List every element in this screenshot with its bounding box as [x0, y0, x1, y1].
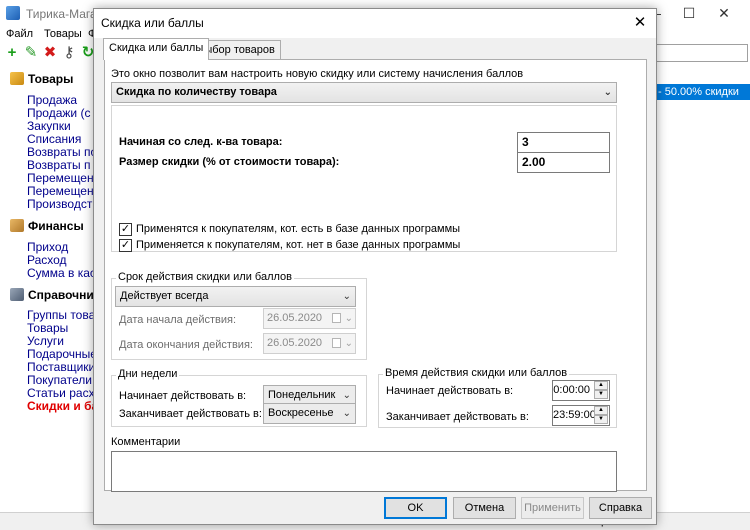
nav-item-expense-items[interactable]: Статьи расх — [27, 386, 95, 400]
nav-item-discounts[interactable]: Скидки и ба — [27, 399, 98, 413]
weekday-start-label: Начинает действовать в: — [119, 390, 247, 402]
app-icon — [6, 6, 20, 20]
nav-item-sale[interactable]: Продажа — [27, 93, 77, 107]
cancel-button[interactable]: Отмена — [453, 497, 516, 519]
nav-group-label: Финансы — [28, 219, 84, 233]
intro-text: Это окно позволит вам настроить новую ск… — [111, 68, 524, 80]
not-in-db-label: Применяется к покупателям, кот. нет в ба… — [136, 239, 461, 251]
spin-up-icon[interactable]: ▲ — [594, 406, 608, 415]
main-toolbar: + ✎ ✖ ⚷ ↻ — [0, 42, 100, 64]
chevron-down-icon: ⌄ — [344, 313, 353, 324]
close-main-button[interactable]: ✕ — [714, 4, 734, 22]
end-date-value: 26.05.2020 — [267, 337, 323, 349]
comments-textarea[interactable] — [111, 451, 617, 492]
discount-type-value: Скидка по количеству товара — [116, 86, 277, 98]
nav-group-label: Товары — [28, 72, 74, 86]
start-date-picker[interactable]: 26.05.2020 ⌄ — [263, 308, 356, 329]
key-icon[interactable]: ⚷ — [61, 45, 77, 61]
start-qty-label: Начиная со след. к-ва товара: — [119, 136, 283, 148]
delete-icon[interactable]: ✖ — [42, 45, 58, 61]
nav-group-label: Справочник — [28, 288, 100, 302]
chevron-down-icon: ⌄ — [342, 408, 351, 419]
nav-item-suppliers[interactable]: Поставщики — [27, 360, 95, 374]
search-field[interactable] — [652, 44, 748, 62]
weekday-end-select[interactable]: Воскресенье ⌄ — [263, 403, 356, 424]
discount-type-select[interactable]: Скидка по количеству товара ⌄ — [111, 82, 617, 103]
table-row-selected[interactable]: - 50.00% скидки — [652, 84, 750, 100]
nav-item-sales[interactable]: Продажи (с — [27, 106, 90, 120]
nav-item-customers[interactable]: Покупатели — [27, 373, 92, 387]
spin-down-icon[interactable]: ▼ — [594, 390, 608, 399]
nav-item-returns-1[interactable]: Возвраты по — [27, 145, 97, 159]
tab-discount[interactable]: Скидка или баллы — [103, 38, 210, 60]
nav-item-income[interactable]: Приход — [27, 240, 68, 254]
dialog-title: Скидка или баллы — [101, 16, 204, 30]
nav-item-purchases[interactable]: Закупки — [27, 119, 71, 133]
tab-page-discount: Это окно позволит вам настроить новую ск… — [104, 59, 647, 492]
time-end-value: 23:59:00 — [553, 409, 596, 421]
spin-up-icon[interactable]: ▲ — [594, 381, 608, 390]
validity-mode-value: Действует всегда — [120, 290, 209, 302]
start-qty-input[interactable]: 3 — [517, 132, 610, 153]
validity-mode-select[interactable]: Действует всегда ⌄ — [115, 286, 356, 307]
maximize-button[interactable]: ☐ — [679, 4, 699, 22]
validity-group-title: Срок действия скидки или баллов — [116, 271, 295, 283]
time-start-value: 0:00:00 — [553, 384, 590, 396]
time-start-label: Начинает действовать в: — [386, 385, 514, 397]
nav-item-cash[interactable]: Сумма в касс — [27, 266, 102, 280]
nav-item-expense[interactable]: Расход — [27, 253, 67, 267]
time-end-spinner[interactable]: 23:59:00 ▲ ▼ — [552, 405, 610, 426]
calendar-icon — [332, 338, 341, 348]
wallet-icon — [10, 219, 24, 232]
edit-icon[interactable]: ✎ — [23, 45, 39, 61]
weekdays-group-title: Дни недели — [116, 368, 180, 380]
weekday-end-value: Воскресенье — [268, 407, 334, 419]
time-end-label: Заканчивает действовать в: — [386, 411, 529, 423]
dialog-close-icon[interactable]: ✕ — [627, 11, 653, 35]
weekday-start-value: Понедельник — [268, 389, 336, 401]
discount-size-input[interactable]: 2.00 — [517, 152, 610, 173]
nav-group-directories[interactable]: Справочник — [10, 288, 100, 302]
nav-item-transfers-1[interactable]: Перемещени — [27, 171, 100, 185]
chevron-down-icon: ⌄ — [342, 291, 351, 302]
weekday-end-label: Заканчивает действовать в: — [119, 408, 262, 420]
nav-item-goods[interactable]: Товары — [27, 321, 68, 335]
dialog-titlebar: Скидка или баллы ✕ — [94, 9, 656, 38]
not-in-db-checkbox[interactable]: ✓ — [119, 239, 132, 252]
end-date-label: Дата окончания действия: — [119, 339, 253, 351]
in-db-label: Применятся к покупателям, кот. есть в ба… — [136, 223, 461, 235]
nav-item-groups[interactable]: Группы това — [27, 308, 95, 322]
nav-item-services[interactable]: Услуги — [27, 334, 64, 348]
nav-panel: Товары Продажа Продажи (с Закупки Списан… — [0, 66, 102, 506]
spin-down-icon[interactable]: ▼ — [594, 415, 608, 424]
start-date-value: 26.05.2020 — [267, 312, 323, 324]
nav-item-returns-2[interactable]: Возвраты п — [27, 158, 90, 172]
in-db-checkbox[interactable]: ✓ — [119, 223, 132, 236]
nav-item-production[interactable]: Производств — [27, 197, 99, 211]
help-button[interactable]: Справка — [589, 497, 652, 519]
nav-item-transfers-2[interactable]: Перемещени — [27, 184, 100, 198]
menu-goods[interactable]: Товары — [44, 28, 82, 40]
comments-label: Комментарии — [111, 436, 181, 448]
add-icon[interactable]: + — [4, 45, 20, 61]
ok-button[interactable]: OK — [384, 497, 447, 519]
apply-button[interactable]: Применить — [521, 497, 584, 519]
chevron-down-icon: ⌄ — [344, 338, 353, 349]
nav-item-writeoffs[interactable]: Списания — [27, 132, 81, 146]
discount-dialog: Скидка или баллы ✕ Скидка или баллы Выбо… — [93, 8, 657, 525]
chevron-down-icon: ⌄ — [603, 87, 612, 98]
calendar-icon — [332, 313, 341, 323]
menu-file[interactable]: Файл — [6, 28, 33, 40]
nav-group-finance[interactable]: Финансы — [10, 219, 84, 233]
time-start-spinner[interactable]: 0:00:00 ▲ ▼ — [552, 380, 610, 401]
discount-size-label: Размер скидки (% от стоимости товара): — [119, 156, 340, 168]
box-icon — [10, 72, 24, 85]
end-date-picker[interactable]: 26.05.2020 ⌄ — [263, 333, 356, 354]
time-group-title: Время действия скидки или баллов — [383, 367, 570, 379]
nav-group-goods[interactable]: Товары — [10, 72, 73, 86]
books-icon — [10, 288, 24, 301]
start-date-label: Дата начала действия: — [119, 314, 237, 326]
nav-item-gift[interactable]: Подарочные — [27, 347, 97, 361]
